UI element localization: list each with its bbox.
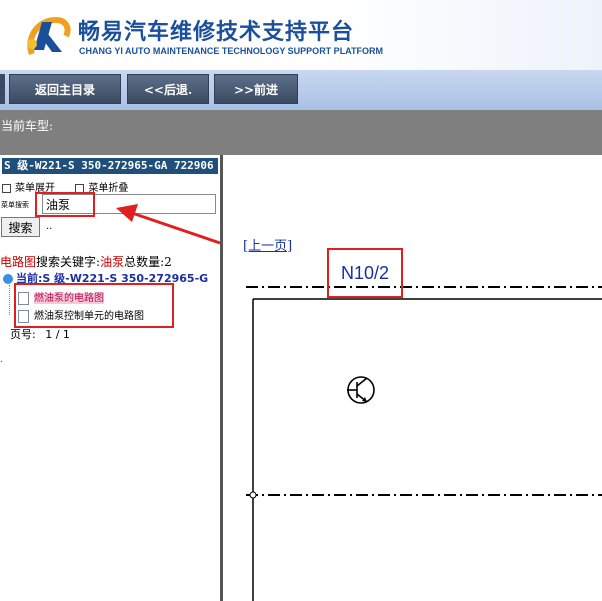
annotation-arrow-head — [116, 204, 138, 222]
annotation-arrow-shaft — [131, 211, 221, 245]
annotation-arrow-overlay — [116, 204, 221, 245]
